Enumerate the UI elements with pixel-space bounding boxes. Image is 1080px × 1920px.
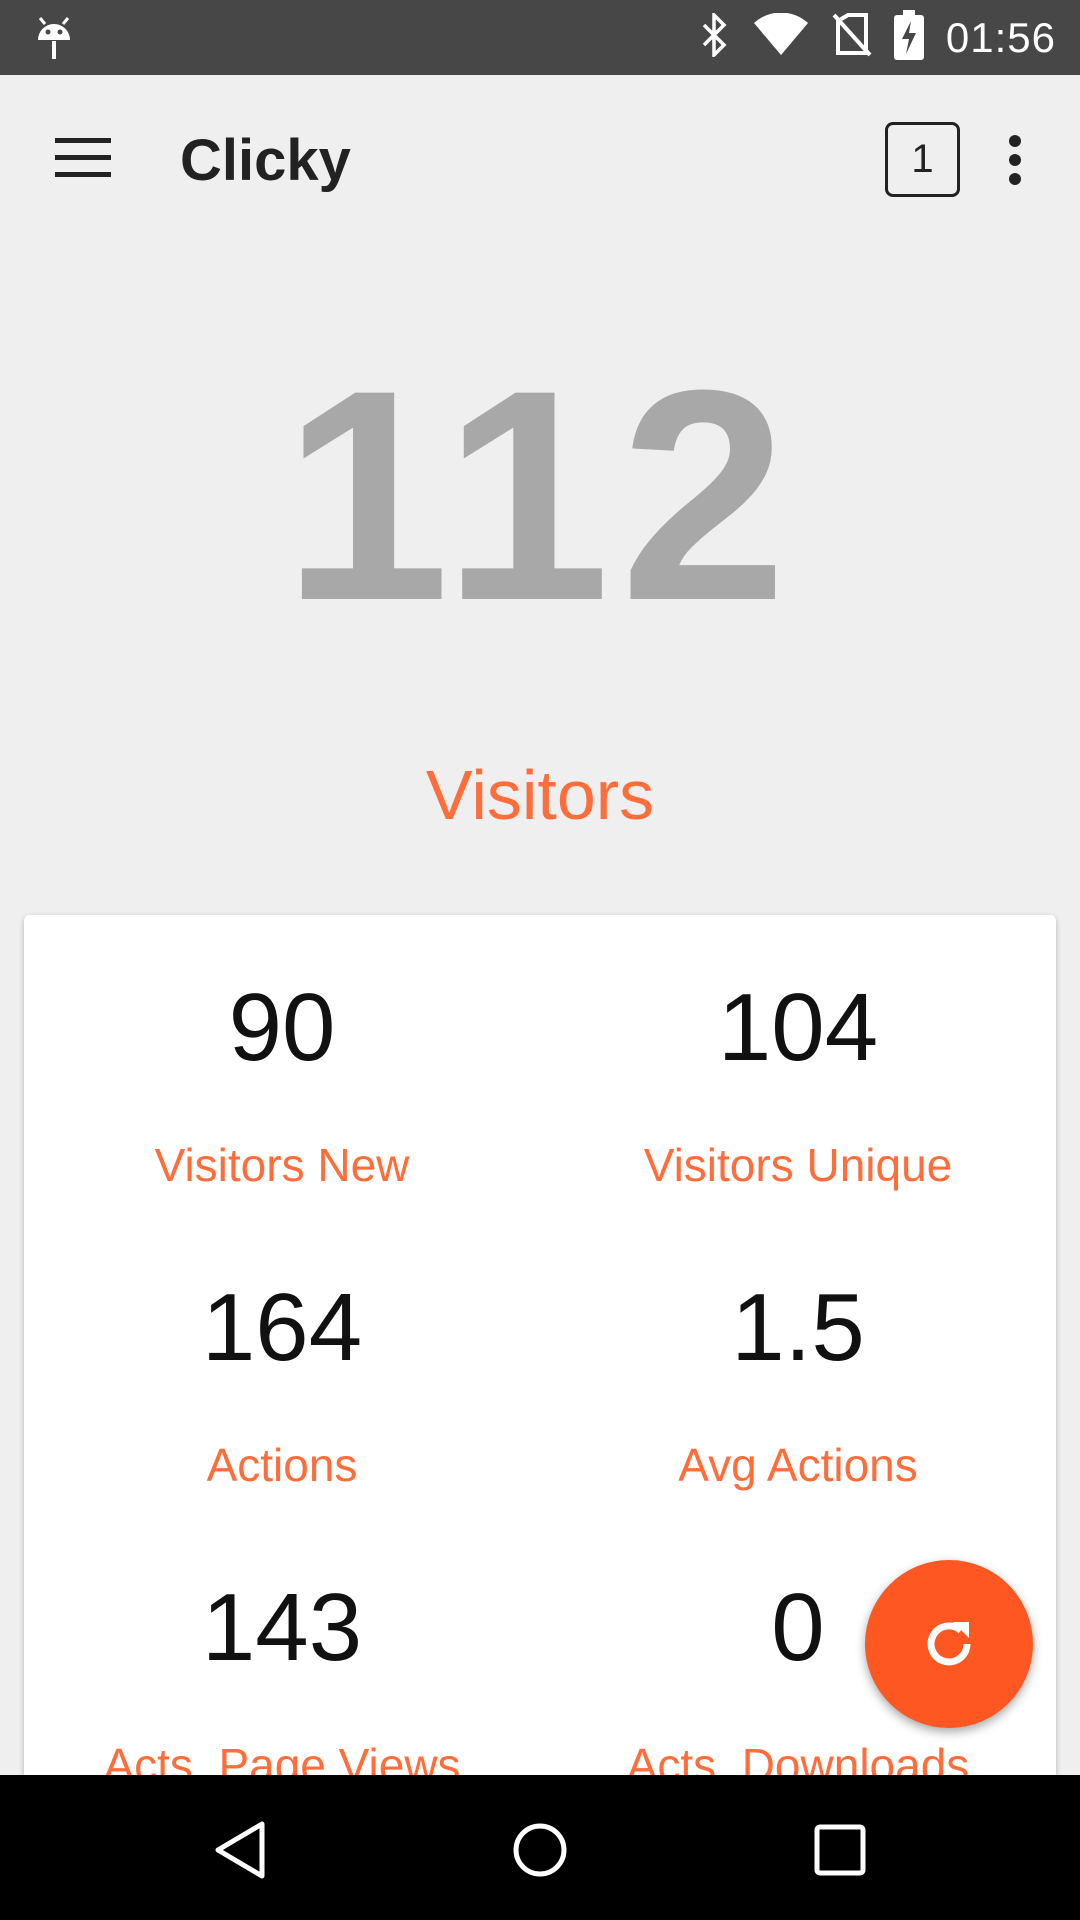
menu-button[interactable] — [38, 113, 128, 203]
stat-avg-actions[interactable]: 1.5 Avg Actions — [540, 1280, 1056, 1492]
app-bar: Clicky 1 — [0, 75, 1080, 245]
stat-value: 143 — [201, 1574, 363, 1681]
home-icon — [513, 1823, 567, 1877]
hero-label: Visitors — [425, 756, 655, 834]
stats-card: 90 Visitors New 104 Visitors Unique 164 … — [24, 915, 1056, 1920]
hero-value: 112 — [283, 327, 797, 663]
stat-visitors-unique[interactable]: 104 Visitors Unique — [540, 980, 1056, 1192]
more-options-button[interactable] — [985, 115, 1045, 205]
notification-count-button[interactable]: 1 — [885, 122, 960, 197]
battery-charging-icon — [893, 10, 924, 65]
stat-value: 164 — [201, 1274, 363, 1381]
stat-label: Actions — [206, 1439, 358, 1491]
stat-value: 104 — [717, 974, 879, 1081]
wifi-icon — [752, 12, 810, 62]
bluetooth-icon — [700, 10, 730, 62]
stat-visitors-new[interactable]: 90 Visitors New — [24, 980, 540, 1192]
refresh-icon — [927, 1622, 971, 1666]
menu-icon — [55, 138, 111, 177]
stat-label: Visitors New — [154, 1139, 410, 1191]
recents-button[interactable] — [800, 1810, 880, 1890]
back-icon — [215, 1821, 265, 1879]
stat-page-views[interactable]: 143 Acts. Page Views — [24, 1580, 540, 1792]
back-button[interactable] — [200, 1810, 280, 1890]
status-bar: 01:56 — [0, 0, 1080, 75]
no-sim-icon — [832, 13, 872, 62]
navigation-bar — [0, 1775, 1080, 1920]
stat-actions[interactable]: 164 Actions — [24, 1280, 540, 1492]
app-title: Clicky — [180, 128, 351, 193]
refresh-button[interactable] — [865, 1560, 1033, 1728]
more-vert-icon — [1009, 135, 1021, 185]
recents-icon — [814, 1824, 866, 1876]
stat-value: 90 — [228, 974, 336, 1081]
android-notification-icon — [36, 14, 72, 67]
screen: 01:56 Clicky 1 112 Visitors 90 Visitors — [0, 0, 1080, 1920]
stat-label: Avg Actions — [678, 1439, 918, 1491]
clock: 01:56 — [945, 13, 1056, 61]
home-button[interactable] — [500, 1810, 580, 1890]
stat-value: 1.5 — [731, 1274, 865, 1381]
system-icons: 01:56 — [700, 0, 1056, 75]
stat-label: Visitors Unique — [643, 1139, 953, 1191]
